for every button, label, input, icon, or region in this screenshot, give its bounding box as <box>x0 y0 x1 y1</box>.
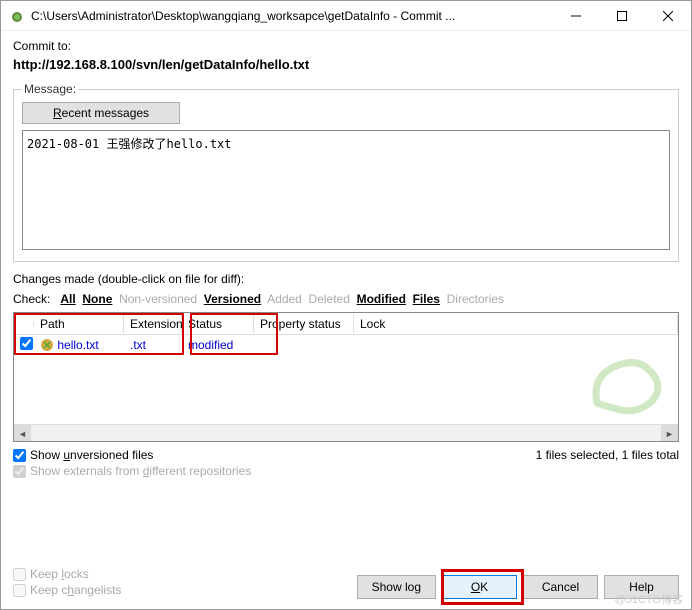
minimize-button[interactable] <box>553 1 599 31</box>
keep-changelists-checkbox <box>13 584 26 597</box>
col-lock[interactable]: Lock <box>354 315 678 333</box>
filter-all[interactable]: All <box>60 292 75 306</box>
commit-url: http://192.168.8.100/svn/len/getDataInfo… <box>13 57 679 72</box>
message-legend: Message: <box>22 82 78 96</box>
show-log-button[interactable]: Show log <box>357 575 436 599</box>
filter-none[interactable]: None <box>82 292 112 306</box>
file-extension: .txt <box>124 338 182 352</box>
scroll-left-icon[interactable]: ◄ <box>14 425 31 442</box>
keep-locks-row: Keep locks <box>13 567 121 581</box>
keep-locks-checkbox <box>13 568 26 581</box>
window-title: C:\Users\Administrator\Desktop\wangqiang… <box>31 9 553 23</box>
show-externals-row: Show externals from different repositori… <box>13 464 251 478</box>
maximize-button[interactable] <box>599 1 645 31</box>
changes-label: Changes made (double-click on file for d… <box>13 272 679 286</box>
col-status[interactable]: Status <box>182 315 254 333</box>
dialog-content: Commit to: http://192.168.8.100/svn/len/… <box>1 31 691 492</box>
filter-added: Added <box>267 292 302 306</box>
filter-versioned[interactable]: Versioned <box>204 292 261 306</box>
file-list-header: Path Extension Status Property status Lo… <box>14 313 678 335</box>
titlebar: C:\Users\Administrator\Desktop\wangqiang… <box>1 1 691 31</box>
message-group: Message: Recent messages <box>13 82 679 262</box>
commit-message-input[interactable] <box>22 130 670 250</box>
close-button[interactable] <box>645 1 691 31</box>
col-property-status[interactable]: Property status <box>254 315 354 333</box>
selection-status: 1 files selected, 1 files total <box>536 448 679 480</box>
scroll-right-icon[interactable]: ► <box>661 425 678 442</box>
keep-changelists-label: Keep changelists <box>30 583 121 597</box>
keep-locks-label: Keep locks <box>30 567 89 581</box>
commit-to-label: Commit to: <box>13 39 679 53</box>
tortoise-watermark-icon <box>582 343 672 423</box>
recent-messages-button[interactable]: Recent messages <box>22 102 180 124</box>
show-externals-checkbox <box>13 465 26 478</box>
keep-changelists-row: Keep changelists <box>13 583 121 597</box>
show-unversioned-label: Show unversioned files <box>30 448 153 462</box>
show-unversioned-row: Show unversioned files <box>13 448 251 462</box>
bottom-bar: Keep locks Keep changelists Show log OK … <box>13 567 679 599</box>
col-extension[interactable]: Extension <box>124 315 182 333</box>
tortoise-icon <box>9 8 25 24</box>
file-list[interactable]: Path Extension Status Property status Lo… <box>13 312 679 442</box>
cancel-button[interactable]: Cancel <box>523 575 598 599</box>
ok-button[interactable]: OK <box>442 575 517 599</box>
file-row[interactable]: hello.txt .txt modified <box>14 335 678 355</box>
file-checkbox[interactable] <box>20 337 33 350</box>
filter-files[interactable]: Files <box>413 292 440 306</box>
file-status: modified <box>182 338 254 352</box>
file-icon <box>40 338 54 352</box>
check-filter-row: Check: All None Non-versioned Versioned … <box>13 290 679 308</box>
file-name: hello.txt <box>57 338 98 352</box>
col-path[interactable]: Path <box>34 315 124 333</box>
filter-directories: Directories <box>447 292 504 306</box>
filter-nonversioned: Non-versioned <box>119 292 197 306</box>
show-unversioned-checkbox[interactable] <box>13 449 26 462</box>
filter-modified[interactable]: Modified <box>357 292 406 306</box>
show-externals-label: Show externals from different repositori… <box>30 464 251 478</box>
footer-watermark: @51CTO博客 <box>615 591 683 607</box>
horizontal-scrollbar[interactable]: ◄ ► <box>14 424 678 441</box>
filter-deleted: Deleted <box>309 292 350 306</box>
